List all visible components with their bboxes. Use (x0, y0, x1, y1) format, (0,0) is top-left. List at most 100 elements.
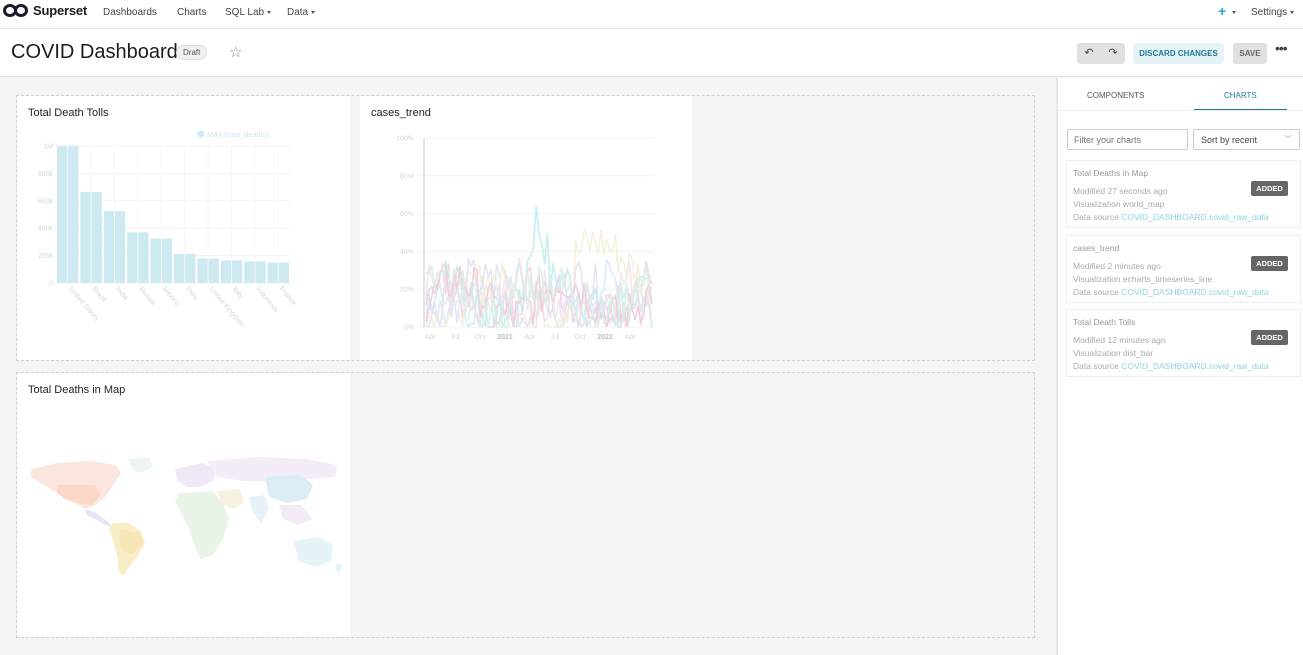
map-china (265, 475, 313, 503)
added-badge: ADDED (1251, 330, 1288, 345)
sort-select-value: Sort by recent (1201, 135, 1258, 145)
tab-components[interactable]: COMPONENTS (1087, 91, 1144, 100)
y-tick-label: 0 (49, 281, 53, 288)
chart-item-source-label: Data source (1073, 361, 1119, 371)
y-tick-label: 0% (404, 325, 414, 332)
nav-sql-lab-label: SQL Lab (225, 7, 265, 18)
legend-label: MAX(total_deaths) (207, 130, 270, 139)
chart-item-source-label: Data source (1073, 212, 1119, 222)
y-tick-label: 60% (400, 211, 414, 218)
builder-side-panel: COMPONENTS CHARTS Sort by recent ﹀ Total… (1056, 78, 1303, 655)
chart-item-source-link[interactable]: COVID_DASHBOARD.covid_raw_data (1121, 361, 1268, 371)
map-southeast-asia (279, 505, 313, 525)
chart-item-source: Data source COVID_DASHBOARD.covid_raw_da… (1073, 287, 1269, 297)
y-tick-label: 1M (43, 144, 53, 151)
x-tick-label: Mexico (161, 286, 181, 308)
chart-list-item[interactable]: cases_trend Modified 2 minutes ago Visua… (1066, 235, 1301, 303)
x-tick-label: Jul (551, 334, 560, 341)
map-new-zealand (335, 563, 343, 573)
x-tick-label: Oct (575, 334, 586, 341)
tab-charts[interactable]: CHARTS (1224, 91, 1257, 100)
chart-item-title: Total Deaths in Map (1073, 168, 1149, 178)
superset-logo[interactable]: Superset (3, 3, 87, 18)
chart-item-title: Total Death Tolls (1073, 317, 1136, 327)
legend-swatch (197, 130, 205, 138)
chart-item-modified: Modified 2 minutes ago (1073, 261, 1161, 271)
chart-item-source-link[interactable]: COVID_DASHBOARD.covid_raw_data (1121, 287, 1268, 297)
added-badge: ADDED (1251, 181, 1288, 196)
x-tick-label: Peru (184, 286, 199, 302)
map-africa (175, 491, 229, 559)
chart-list-item[interactable]: Total Death Tolls Modified 12 minutes ag… (1066, 309, 1301, 377)
top-navbar: Superset Dashboards Charts SQL Lab Data … (0, 0, 1303, 29)
caret-down-icon (311, 10, 316, 14)
x-tick-label: Apr (625, 334, 637, 341)
nav-sql-lab[interactable]: SQL Lab (225, 7, 272, 18)
x-tick-label: 2021 (497, 334, 513, 341)
chart-item-viz: Visualization echarts_timeseries_line (1073, 274, 1213, 284)
tabs-divider (1058, 110, 1303, 111)
dashboard-title[interactable]: COVID Dashboard (11, 41, 178, 64)
map-india (249, 495, 269, 523)
chart-item-source-link[interactable]: COVID_DASHBOARD.covid_raw_data (1121, 212, 1268, 222)
x-tick-label: 2022 (597, 334, 613, 341)
x-tick-label: India (114, 286, 129, 302)
chevron-down-icon: ﹀ (1284, 135, 1292, 144)
bar-chart: MAX(total_deaths)0200k400k600k800k1MUnit… (38, 130, 297, 329)
y-tick-label: 600k (38, 198, 54, 205)
world-map (31, 457, 343, 577)
x-tick-label: Jul (451, 334, 460, 341)
star-icon[interactable]: ☆ (229, 43, 242, 61)
chart-item-viz: Visualization dist_bar (1073, 348, 1154, 358)
chart-card-death-tolls[interactable]: Total Death Tolls MAX(total_deaths) 0 200k… (17, 96, 350, 360)
plus-menu-caret[interactable] (1229, 7, 1236, 18)
superset-logo-icon (3, 4, 30, 17)
y-tick-label: 20% (400, 287, 414, 294)
nav-data[interactable]: Data (287, 7, 316, 18)
chart-card-cases-trend[interactable]: cases_trend 0% 20% 40% 60% 80% 100% Apr Jul Oct 2… (360, 96, 692, 360)
y-tick-label: 800k (38, 171, 54, 178)
y-tick-label: 40% (400, 249, 414, 256)
chart-item-source-label: Data source (1073, 287, 1119, 297)
undo-redo-group: ↶ ↷ (1077, 43, 1125, 64)
redo-icon[interactable]: ↷ (1101, 43, 1125, 64)
discard-changes-button[interactable]: DISCARD CHANGES (1133, 43, 1224, 64)
y-tick-label: 200k (38, 253, 54, 260)
caret-down-icon (267, 10, 272, 14)
chart-list-item[interactable]: Total Deaths in Map Modified 27 seconds … (1066, 160, 1301, 228)
dashboard-row-2: Total Deaths in Map (16, 372, 1035, 638)
status-badge: Draft (176, 45, 208, 60)
x-tick-label: Italy (231, 286, 245, 301)
map-australia (293, 537, 333, 567)
nav-dashboards[interactable]: Dashboards (103, 7, 157, 18)
active-tab-indicator (1194, 109, 1287, 110)
x-tick-label: Brazil (91, 286, 108, 304)
save-button[interactable]: SAVE (1233, 43, 1267, 64)
chart-item-modified: Modified 12 minutes ago (1073, 335, 1166, 345)
chart-item-source: Data source COVID_DASHBOARD.covid_raw_da… (1073, 361, 1269, 371)
logo-text: Superset (33, 3, 88, 18)
chart-item-modified: Modified 27 seconds ago (1073, 186, 1168, 196)
added-badge: ADDED (1251, 256, 1288, 271)
nav-settings[interactable]: Settings (1251, 7, 1295, 18)
chart-item-source: Data source COVID_DASHBOARD.covid_raw_da… (1073, 212, 1269, 222)
chart-filter-input[interactable] (1067, 129, 1188, 150)
sort-select[interactable]: Sort by recent ﹀ (1193, 129, 1300, 150)
x-tick-label: Indonesia (254, 286, 279, 314)
dashboard-header: COVID Dashboard Draft ☆ ↶ ↷ DISCARD CHAN… (0, 29, 1303, 77)
caret-down-icon (1290, 10, 1295, 14)
nav-charts[interactable]: Charts (177, 7, 206, 18)
nav-data-label: Data (287, 7, 309, 18)
x-tick-label: Apr (525, 334, 537, 341)
nav-settings-label: Settings (1251, 7, 1288, 18)
more-options-icon[interactable]: ••• (1275, 40, 1288, 56)
dashboard-row-1: Total Death Tolls MAX(total_deaths) 0 200k… (16, 95, 1035, 361)
chart-card-deaths-map[interactable]: Total Deaths in Map (17, 373, 350, 637)
y-tick-label: 80% (400, 173, 414, 180)
y-tick-label: 100% (396, 136, 414, 143)
chart-item-viz: Visualization world_map (1073, 199, 1165, 209)
plus-icon[interactable]: + (1218, 3, 1226, 19)
map-greenland (129, 457, 153, 473)
x-tick-label: Apr (425, 334, 437, 341)
undo-icon[interactable]: ↶ (1077, 43, 1101, 64)
